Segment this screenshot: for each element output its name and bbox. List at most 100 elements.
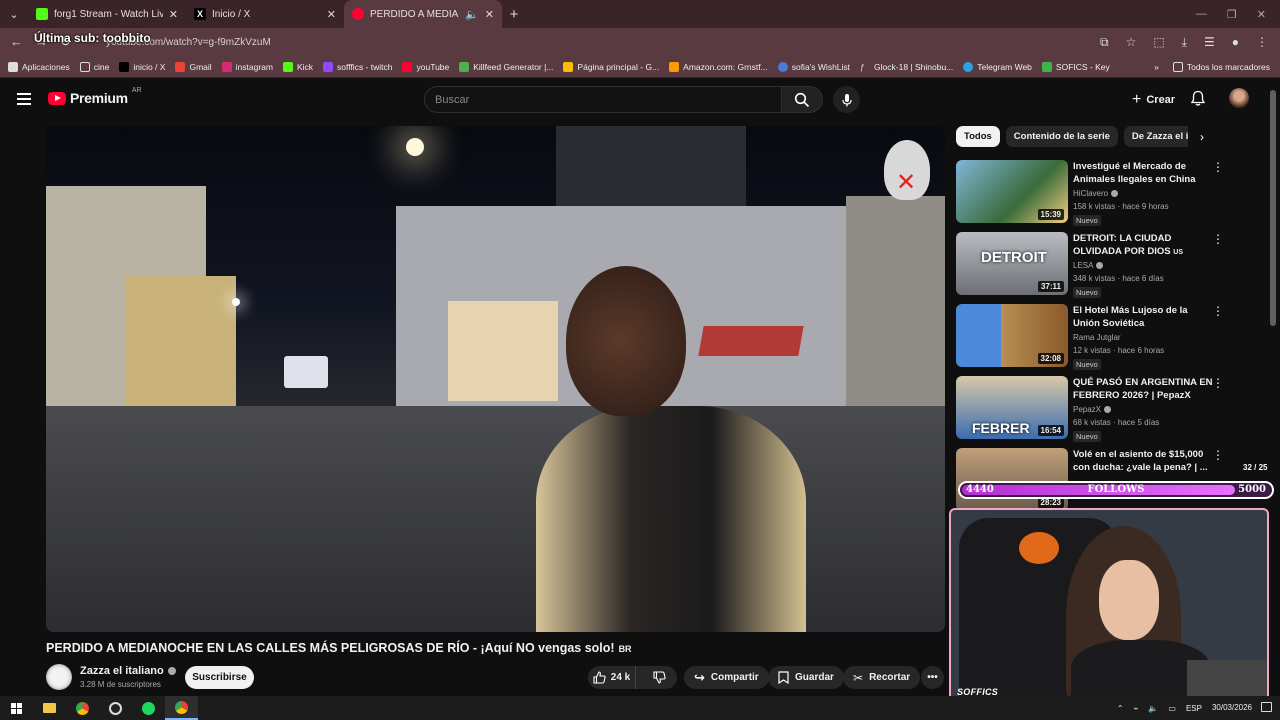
new-badge: Nuevo xyxy=(1073,359,1101,370)
tab-youtube[interactable]: PERDIDO A MEDIANOCHE 🔈 ✕ xyxy=(344,0,502,28)
cast-icon[interactable]: ⧉ xyxy=(1100,35,1109,50)
share-button[interactable]: ↪ Compartir xyxy=(684,666,769,689)
tray-overflow-icon[interactable]: ⌃ xyxy=(1117,704,1124,713)
tab-search-icon[interactable]: ⌄ xyxy=(0,0,28,28)
chip-channel[interactable]: De Zazza el italiano xyxy=(1123,126,1188,147)
bookmark-star-icon[interactable]: ☆ xyxy=(1126,35,1137,50)
spotify-icon[interactable] xyxy=(132,696,165,720)
rec-title[interactable]: QUÉ PASÓ EN ARGENTINA EN FEBRERO 2026? |… xyxy=(1073,376,1213,402)
battery-icon[interactable]: ▭ xyxy=(1168,704,1176,713)
bookmark-apps[interactable]: Aplicaciones xyxy=(8,61,70,72)
network-icon[interactable]: ⌁ xyxy=(1134,704,1139,713)
account-avatar[interactable] xyxy=(1229,88,1249,108)
bookmark-gmail[interactable]: Gmail xyxy=(175,61,212,72)
windows-start-icon[interactable] xyxy=(0,696,33,720)
page-scrollbar[interactable] xyxy=(1270,90,1276,326)
list-item[interactable]: 32:08 El Hotel Más Lujoso de la Unión So… xyxy=(956,304,1226,370)
bookmark-wishlist[interactable]: sofia's WishList xyxy=(777,61,850,72)
video-thumbnail[interactable]: 28:23 xyxy=(956,448,1068,511)
profile-icon[interactable]: ● xyxy=(1232,35,1239,50)
bookmark-twitch[interactable]: sofffics - twitch xyxy=(323,61,392,72)
rec-title[interactable]: DETROIT: LA CIUDAD OLVIDADA POR DIOS US xyxy=(1073,232,1213,258)
more-vertical-icon[interactable]: ⋮ xyxy=(1212,377,1224,389)
bookmark-drive[interactable]: Página principal - G... xyxy=(563,61,659,72)
chip-all[interactable]: Todos xyxy=(956,126,1000,147)
bookmark-instagram[interactable]: instagram xyxy=(221,61,273,72)
chrome-active-icon[interactable] xyxy=(165,696,198,720)
search-input[interactable]: Buscar xyxy=(424,86,782,113)
bookmark-x[interactable]: inicio / X xyxy=(119,61,165,72)
extensions-icon[interactable]: ⬚ xyxy=(1153,35,1164,50)
wishlist-icon xyxy=(777,61,788,72)
bookmarks-overflow-icon[interactable]: » xyxy=(1154,62,1159,72)
bookmark-glock[interactable]: ƒ Glock-18 | Shinobu... xyxy=(860,62,953,72)
video-thumbnail[interactable]: 15:39 xyxy=(956,160,1068,223)
minimize-icon[interactable]: — xyxy=(1196,8,1207,21)
video-thumbnail[interactable]: 32:08 xyxy=(956,304,1068,367)
notification-icon[interactable] xyxy=(1261,702,1272,712)
bookmark-youtube[interactable]: youTube xyxy=(402,61,449,72)
rec-channel[interactable]: HiClavero xyxy=(1073,189,1119,198)
new-tab-button[interactable]: + xyxy=(502,6,526,23)
close-icon[interactable]: ✕ xyxy=(327,8,336,21)
input-language[interactable]: ESP xyxy=(1186,704,1202,713)
bookmark-telegram[interactable]: Telegram Web xyxy=(963,61,1032,72)
back-icon[interactable]: ← xyxy=(10,34,23,50)
rec-channel[interactable]: LESA xyxy=(1073,261,1104,270)
create-button[interactable]: + Crear xyxy=(1122,87,1185,112)
youtube-premium-logo[interactable]: Premium AR xyxy=(48,87,142,106)
video-player[interactable] xyxy=(46,126,945,632)
clip-button[interactable]: ✂ Recortar xyxy=(843,666,921,689)
rec-title[interactable]: El Hotel Más Lujoso de la Unión Soviétic… xyxy=(1073,304,1213,330)
like-button[interactable]: 24 k xyxy=(588,666,636,689)
hamburger-menu-icon[interactable] xyxy=(17,93,31,105)
dislike-button[interactable] xyxy=(642,671,677,684)
tab-x[interactable]: X Inicio / X ✕ xyxy=(186,0,344,28)
subscribe-button[interactable]: Suscribirse xyxy=(185,666,254,689)
list-item[interactable]: FEBRER 16:54 QUÉ PASÓ EN ARGENTINA EN FE… xyxy=(956,376,1226,442)
download-icon[interactable]: ⤓ xyxy=(1182,35,1187,50)
list-item[interactable]: 15:39 Investigué el Mercado de Animales … xyxy=(956,160,1226,226)
notifications-button[interactable] xyxy=(1190,90,1206,112)
video-thumbnail[interactable]: FEBRER 16:54 xyxy=(956,376,1068,439)
list-item[interactable]: 28:23 Volé en el asiento de $15,000 con … xyxy=(956,448,1226,512)
reading-list-icon[interactable]: ☰ xyxy=(1204,35,1215,50)
all-bookmarks[interactable]: Todos los marcadores xyxy=(1172,61,1270,72)
channel-avatar[interactable] xyxy=(46,664,72,690)
rec-channel[interactable]: PepazX xyxy=(1073,405,1112,414)
chevron-right-icon[interactable]: › xyxy=(1200,130,1204,144)
bookmark-killfeed[interactable]: Killfeed Generator |... xyxy=(459,61,553,72)
close-icon[interactable]: ✕ xyxy=(485,8,494,21)
rec-channel[interactable]: Rama Jutglar xyxy=(1073,333,1121,342)
more-vertical-icon[interactable]: ⋮ xyxy=(1212,305,1224,317)
more-vertical-icon[interactable]: ⋮ xyxy=(1212,161,1224,173)
more-vertical-icon[interactable]: ⋮ xyxy=(1212,233,1224,245)
tab-kick[interactable]: forg1 Stream - Watch Live on K ✕ xyxy=(28,0,186,28)
more-actions-button[interactable]: ••• xyxy=(921,666,944,689)
bookmark-amazon[interactable]: Amazon.com: Grnstf... xyxy=(669,61,768,72)
channel-name[interactable]: Zazza el italiano xyxy=(80,665,176,677)
volume-icon[interactable]: 🔈 xyxy=(1148,704,1158,713)
bookmark-sofics[interactable]: SOFICS - Key xyxy=(1041,61,1110,72)
rec-title[interactable]: Volé en el asiento de $15,000 con ducha:… xyxy=(1073,448,1213,474)
chip-series[interactable]: Contenido de la serie xyxy=(1005,126,1118,147)
close-icon[interactable]: ✕ xyxy=(169,8,178,21)
rec-title[interactable]: Investigué el Mercado de Animales Ilegal… xyxy=(1073,160,1213,186)
maximize-icon[interactable]: ❐ xyxy=(1227,8,1237,21)
close-window-icon[interactable]: ✕ xyxy=(1257,8,1266,21)
chrome-icon[interactable] xyxy=(66,696,99,720)
video-thumbnail[interactable]: DETROIT 37:11 xyxy=(956,232,1068,295)
search-button[interactable] xyxy=(781,86,823,113)
clock[interactable]: 30/03/2026 xyxy=(1212,703,1252,713)
save-button[interactable]: Guardar xyxy=(768,666,844,689)
bookmark-kick[interactable]: Kick xyxy=(282,61,313,72)
more-vertical-icon[interactable]: ⋮ xyxy=(1212,449,1224,461)
voice-search-button[interactable] xyxy=(833,86,860,113)
kick-icon xyxy=(282,61,293,72)
speaker-icon[interactable]: 🔈 xyxy=(465,8,479,21)
menu-icon[interactable]: ⋮ xyxy=(1256,35,1268,50)
file-explorer-icon[interactable] xyxy=(33,696,66,720)
list-item[interactable]: DETROIT 37:11 DETROIT: LA CIUDAD OLVIDAD… xyxy=(956,232,1226,298)
obs-icon[interactable] xyxy=(99,696,132,720)
bookmark-cine[interactable]: cine xyxy=(79,61,109,72)
